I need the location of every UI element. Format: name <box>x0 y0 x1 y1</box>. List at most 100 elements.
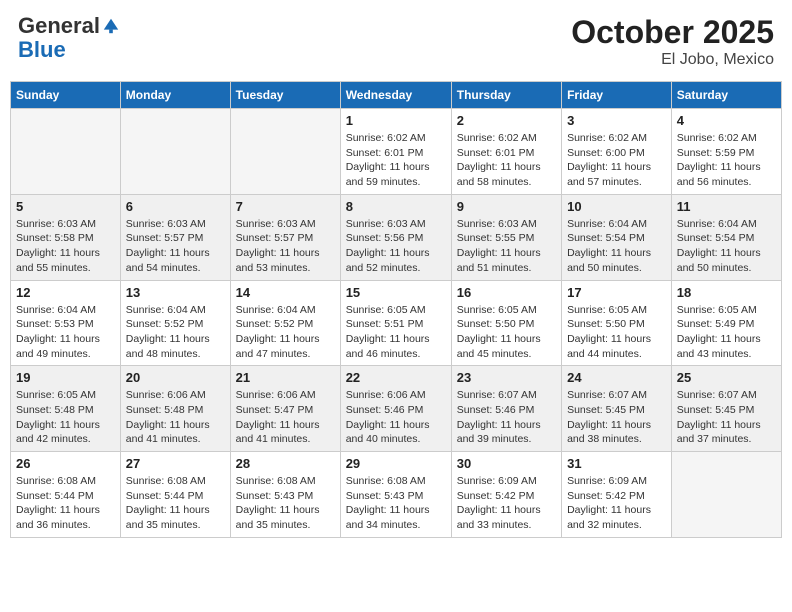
calendar-day-cell: 13 Sunrise: 6:04 AM Sunset: 5:52 PM Dayli… <box>120 280 230 366</box>
calendar-day-cell <box>230 109 340 195</box>
logo-blue-text: Blue <box>18 37 66 62</box>
calendar-week-row: 1Sunrise: 6:02 AM Sunset: 6:01 PM Daylig… <box>11 109 782 195</box>
calendar-day-cell: 16 Sunrise: 6:05 AM Sunset: 5:50 PM Dayli… <box>451 280 561 366</box>
day-number: 14 <box>236 285 335 300</box>
day-number: 22 <box>346 370 446 385</box>
calendar-day-cell: 4 Sunrise: 6:02 AM Sunset: 5:59 PM Daylig… <box>671 109 781 195</box>
calendar-day-cell: 21 Sunrise: 6:06 AM Sunset: 5:47 PM Dayli… <box>230 366 340 452</box>
calendar-day-cell: 7Sunrise: 6:03 AM Sunset: 5:57 PM Daylig… <box>230 194 340 280</box>
page-header: General Blue October 2025 El Jobo, Mexic… <box>10 10 782 73</box>
day-header-saturday: Saturday <box>671 82 781 109</box>
calendar-day-cell: 23 Sunrise: 6:07 AM Sunset: 5:46 PM Dayli… <box>451 366 561 452</box>
day-number: 2 <box>457 113 556 128</box>
day-number: 23 <box>457 370 556 385</box>
calendar-day-cell: 26 Sunrise: 6:08 AM Sunset: 5:44 PM Dayli… <box>11 452 121 538</box>
day-info: Sunrise: 6:09 AM Sunset: 5:42 PM Dayligh… <box>567 474 666 533</box>
calendar-day-cell: 9 Sunrise: 6:03 AM Sunset: 5:55 PM Daylig… <box>451 194 561 280</box>
day-number: 15 <box>346 285 446 300</box>
day-info: Sunrise: 6:02 AM Sunset: 6:00 PM Dayligh… <box>567 131 666 190</box>
calendar-day-cell: 2Sunrise: 6:02 AM Sunset: 6:01 PM Daylig… <box>451 109 561 195</box>
day-header-sunday: Sunday <box>11 82 121 109</box>
day-info: Sunrise: 6:04 AM Sunset: 5:54 PM Dayligh… <box>567 217 666 276</box>
day-number: 3 <box>567 113 666 128</box>
calendar-day-cell: 8 Sunrise: 6:03 AM Sunset: 5:56 PM Daylig… <box>340 194 451 280</box>
day-header-friday: Friday <box>562 82 672 109</box>
day-number: 24 <box>567 370 666 385</box>
day-info: Sunrise: 6:05 AM Sunset: 5:50 PM Dayligh… <box>567 303 666 362</box>
day-info: Sunrise: 6:03 AM Sunset: 5:57 PM Dayligh… <box>126 217 225 276</box>
calendar-day-cell: 30Sunrise: 6:09 AM Sunset: 5:42 PM Dayli… <box>451 452 561 538</box>
day-number: 5 <box>16 199 115 214</box>
calendar-day-cell: 29 Sunrise: 6:08 AM Sunset: 5:43 PM Dayli… <box>340 452 451 538</box>
title-block: October 2025 El Jobo, Mexico <box>571 14 774 69</box>
location-title: El Jobo, Mexico <box>571 51 774 69</box>
day-info: Sunrise: 6:03 AM Sunset: 5:55 PM Dayligh… <box>457 217 556 276</box>
calendar-day-cell: 20Sunrise: 6:06 AM Sunset: 5:48 PM Dayli… <box>120 366 230 452</box>
day-info: Sunrise: 6:08 AM Sunset: 5:43 PM Dayligh… <box>236 474 335 533</box>
day-info: Sunrise: 6:02 AM Sunset: 5:59 PM Dayligh… <box>677 131 776 190</box>
day-header-tuesday: Tuesday <box>230 82 340 109</box>
calendar-day-cell: 27 Sunrise: 6:08 AM Sunset: 5:44 PM Dayli… <box>120 452 230 538</box>
day-number: 29 <box>346 456 446 471</box>
day-info: Sunrise: 6:07 AM Sunset: 5:45 PM Dayligh… <box>567 388 666 447</box>
day-info: Sunrise: 6:08 AM Sunset: 5:44 PM Dayligh… <box>126 474 225 533</box>
calendar-header-row: SundayMondayTuesdayWednesdayThursdayFrid… <box>11 82 782 109</box>
day-number: 20 <box>126 370 225 385</box>
calendar-day-cell: 1Sunrise: 6:02 AM Sunset: 6:01 PM Daylig… <box>340 109 451 195</box>
day-number: 13 <box>126 285 225 300</box>
day-number: 25 <box>677 370 776 385</box>
logo-general-text: General <box>18 14 100 38</box>
day-info: Sunrise: 6:04 AM Sunset: 5:52 PM Dayligh… <box>236 303 335 362</box>
month-title: October 2025 <box>571 14 774 51</box>
calendar-week-row: 26 Sunrise: 6:08 AM Sunset: 5:44 PM Dayli… <box>11 452 782 538</box>
day-number: 9 <box>457 199 556 214</box>
day-number: 8 <box>346 199 446 214</box>
day-info: Sunrise: 6:04 AM Sunset: 5:53 PM Dayligh… <box>16 303 115 362</box>
calendar-week-row: 19 Sunrise: 6:05 AM Sunset: 5:48 PM Dayli… <box>11 366 782 452</box>
day-info: Sunrise: 6:03 AM Sunset: 5:57 PM Dayligh… <box>236 217 335 276</box>
day-number: 28 <box>236 456 335 471</box>
calendar-week-row: 5 Sunrise: 6:03 AM Sunset: 5:58 PM Daylig… <box>11 194 782 280</box>
calendar-day-cell: 18 Sunrise: 6:05 AM Sunset: 5:49 PM Dayli… <box>671 280 781 366</box>
day-number: 4 <box>677 113 776 128</box>
day-number: 18 <box>677 285 776 300</box>
calendar-day-cell: 15 Sunrise: 6:05 AM Sunset: 5:51 PM Dayli… <box>340 280 451 366</box>
calendar-table: SundayMondayTuesdayWednesdayThursdayFrid… <box>10 81 782 538</box>
day-number: 27 <box>126 456 225 471</box>
day-header-monday: Monday <box>120 82 230 109</box>
day-info: Sunrise: 6:03 AM Sunset: 5:56 PM Dayligh… <box>346 217 446 276</box>
day-info: Sunrise: 6:03 AM Sunset: 5:58 PM Dayligh… <box>16 217 115 276</box>
day-info: Sunrise: 6:07 AM Sunset: 5:45 PM Dayligh… <box>677 388 776 447</box>
calendar-day-cell: 14 Sunrise: 6:04 AM Sunset: 5:52 PM Dayli… <box>230 280 340 366</box>
day-number: 31 <box>567 456 666 471</box>
logo-icon <box>102 17 120 35</box>
day-number: 16 <box>457 285 556 300</box>
logo: General Blue <box>18 14 120 62</box>
day-header-thursday: Thursday <box>451 82 561 109</box>
day-info: Sunrise: 6:08 AM Sunset: 5:43 PM Dayligh… <box>346 474 446 533</box>
day-info: Sunrise: 6:08 AM Sunset: 5:44 PM Dayligh… <box>16 474 115 533</box>
calendar-day-cell <box>671 452 781 538</box>
calendar-day-cell: 25 Sunrise: 6:07 AM Sunset: 5:45 PM Dayli… <box>671 366 781 452</box>
day-number: 11 <box>677 199 776 214</box>
calendar-day-cell: 24 Sunrise: 6:07 AM Sunset: 5:45 PM Dayli… <box>562 366 672 452</box>
day-info: Sunrise: 6:05 AM Sunset: 5:50 PM Dayligh… <box>457 303 556 362</box>
day-info: Sunrise: 6:09 AM Sunset: 5:42 PM Dayligh… <box>457 474 556 533</box>
day-number: 21 <box>236 370 335 385</box>
day-number: 19 <box>16 370 115 385</box>
calendar-day-cell: 22Sunrise: 6:06 AM Sunset: 5:46 PM Dayli… <box>340 366 451 452</box>
day-info: Sunrise: 6:05 AM Sunset: 5:48 PM Dayligh… <box>16 388 115 447</box>
day-info: Sunrise: 6:05 AM Sunset: 5:51 PM Dayligh… <box>346 303 446 362</box>
day-info: Sunrise: 6:02 AM Sunset: 6:01 PM Dayligh… <box>346 131 446 190</box>
day-info: Sunrise: 6:06 AM Sunset: 5:47 PM Dayligh… <box>236 388 335 447</box>
calendar-day-cell: 12 Sunrise: 6:04 AM Sunset: 5:53 PM Dayli… <box>11 280 121 366</box>
day-number: 26 <box>16 456 115 471</box>
calendar-day-cell: 31 Sunrise: 6:09 AM Sunset: 5:42 PM Dayli… <box>562 452 672 538</box>
calendar-day-cell: 11Sunrise: 6:04 AM Sunset: 5:54 PM Dayli… <box>671 194 781 280</box>
day-info: Sunrise: 6:04 AM Sunset: 5:52 PM Dayligh… <box>126 303 225 362</box>
day-number: 12 <box>16 285 115 300</box>
day-info: Sunrise: 6:05 AM Sunset: 5:49 PM Dayligh… <box>677 303 776 362</box>
day-info: Sunrise: 6:07 AM Sunset: 5:46 PM Dayligh… <box>457 388 556 447</box>
calendar-day-cell <box>11 109 121 195</box>
calendar-day-cell: 19 Sunrise: 6:05 AM Sunset: 5:48 PM Dayli… <box>11 366 121 452</box>
